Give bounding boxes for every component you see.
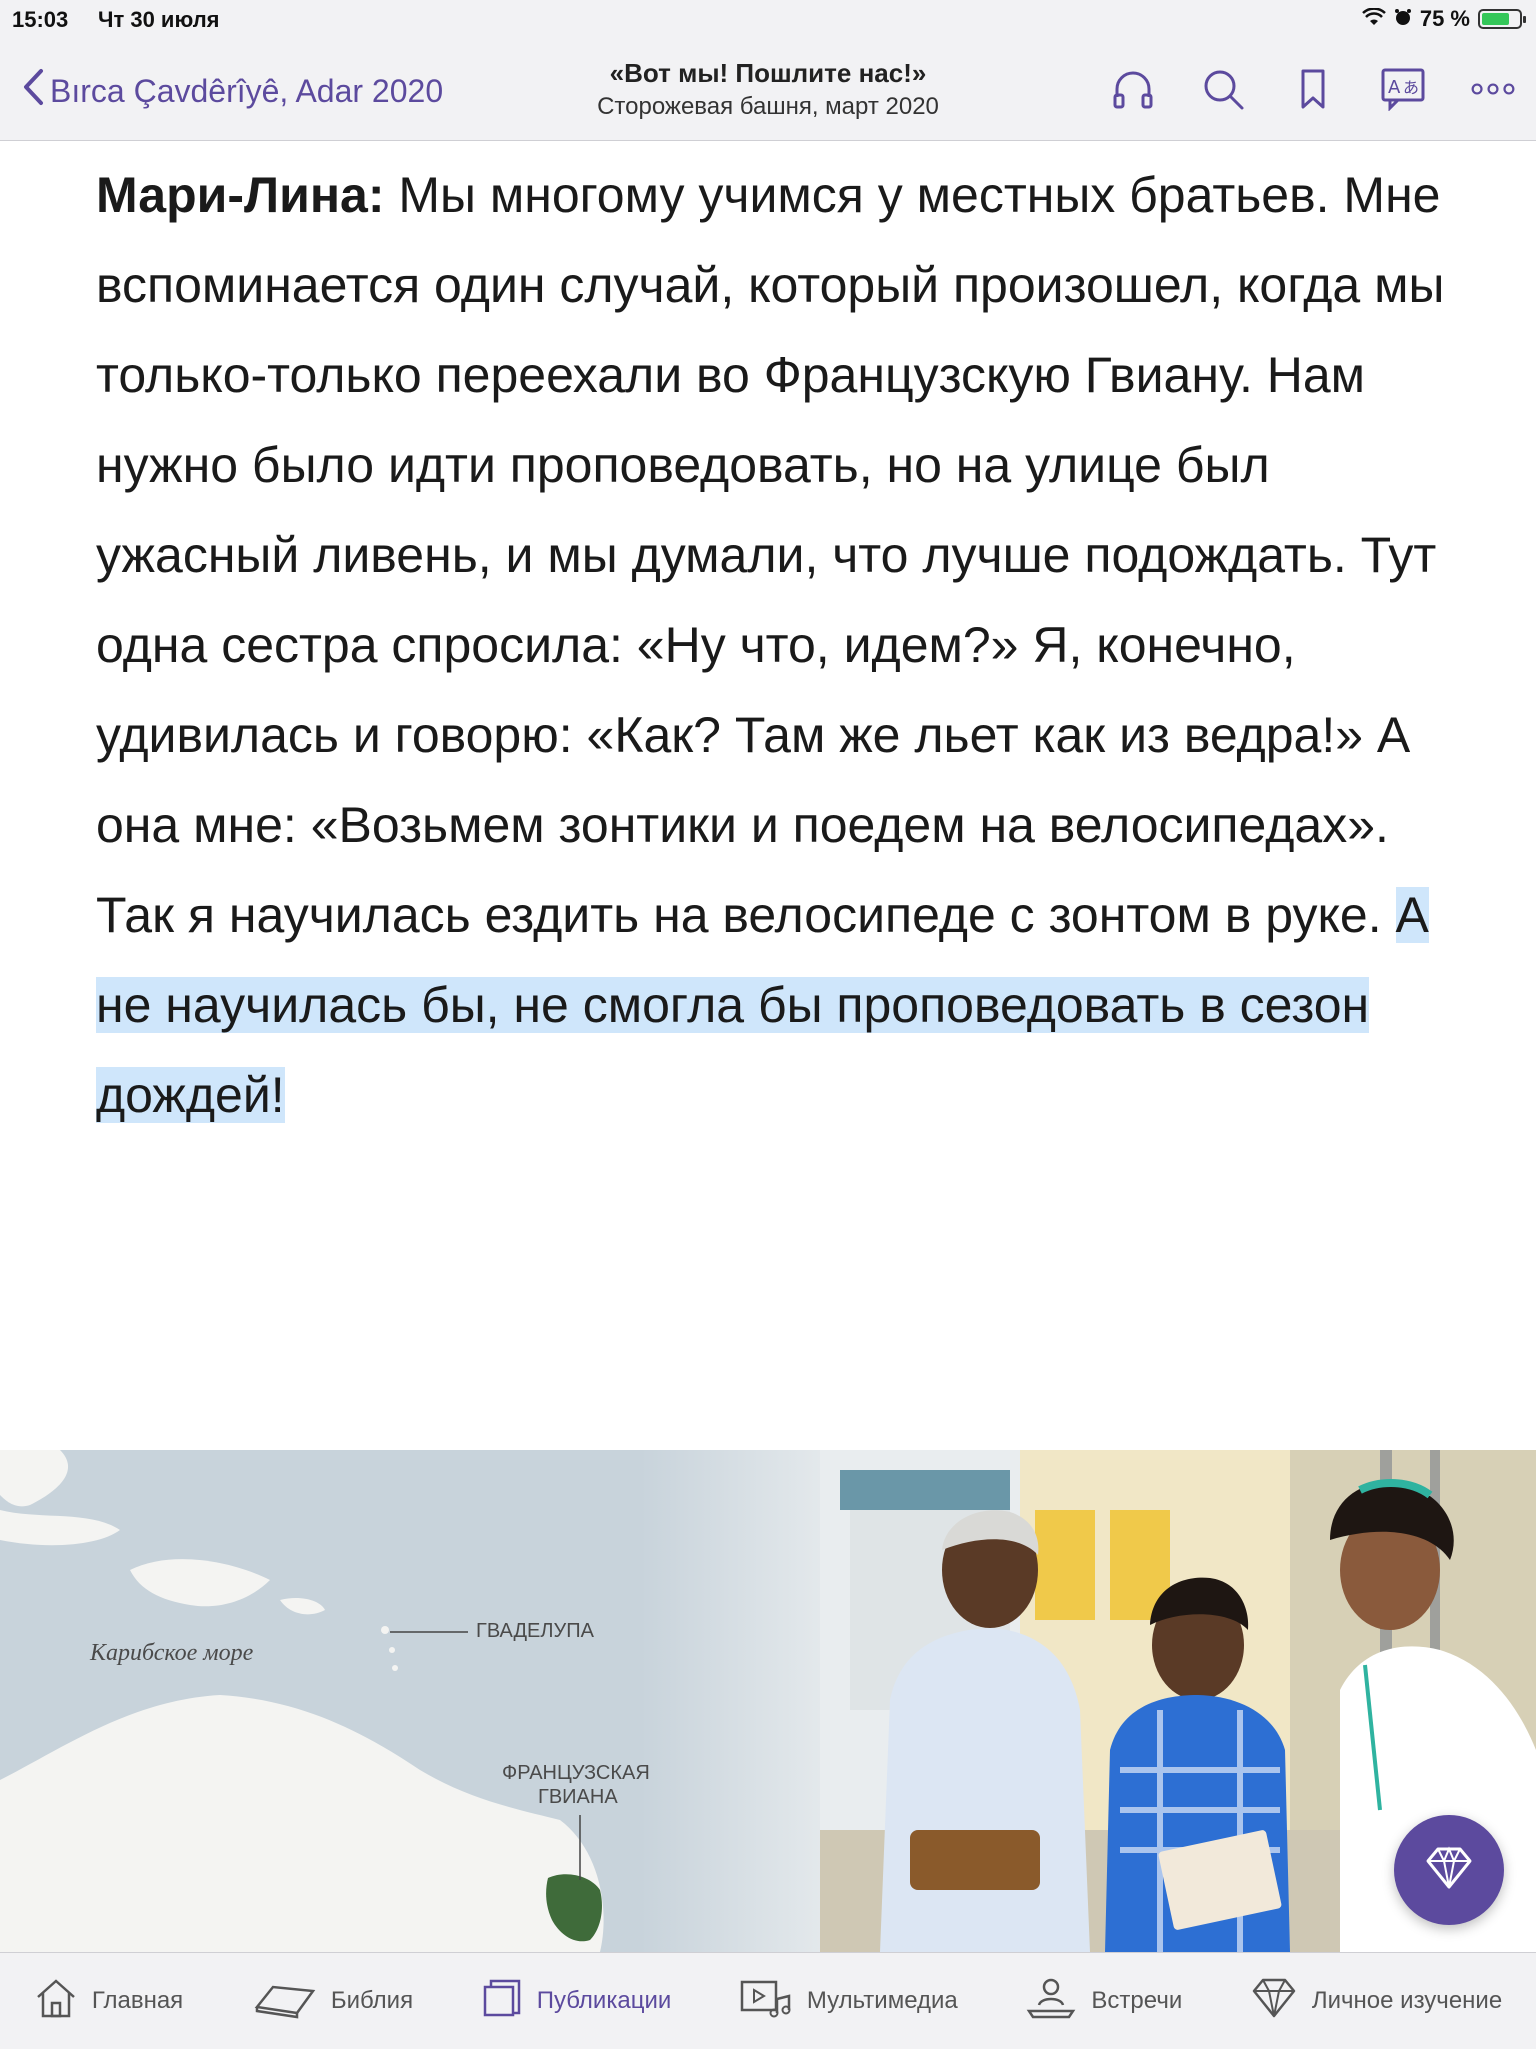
speaker-name: Мари-Лина:: [96, 167, 385, 223]
alarm-icon: [1394, 6, 1412, 32]
tab-bar: Главная Библия Публикации Мультимедиа Вс…: [0, 1952, 1536, 2049]
tab-media[interactable]: Мультимедиа: [739, 1977, 958, 2026]
status-bar: 15:03 Чт 30 июля 75 %: [0, 0, 1536, 40]
guadeloupe-label: ГВАДЕЛУПА: [476, 1620, 594, 1642]
tab-label: Главная: [91, 1987, 184, 2014]
svg-text:A: A: [1388, 77, 1401, 98]
tab-home[interactable]: Главная: [34, 1977, 183, 2026]
meetings-icon: [1025, 1977, 1077, 2026]
chevron-left-icon: [22, 68, 44, 114]
page-subtitle: Сторожевая башня, март 2020: [597, 93, 939, 120]
media-icon: [739, 1977, 793, 2026]
tab-publications[interactable]: Публикации: [481, 1977, 672, 2026]
guiana-label-line1: ФРАНЦУЗСКАЯ: [502, 1762, 650, 1784]
toolbar: Aあ: [1110, 66, 1516, 112]
tab-label: Встречи: [1091, 1987, 1183, 2014]
tab-label: Личное изучение: [1311, 1987, 1503, 2014]
article-image[interactable]: Карибское море ГВАДЕЛУПА ФРАНЦУЗСКАЯ ГВИ…: [0, 1450, 1536, 1952]
tab-label: Мультимедиа: [806, 1987, 958, 2014]
page-title: «Вот мы! Пошлите нас!»: [609, 58, 927, 88]
tab-bible[interactable]: Библия: [251, 1977, 413, 2026]
paragraph-text: Мы многому учимся у местных братьев. Мне…: [96, 167, 1445, 943]
publications-icon: [481, 1977, 523, 2026]
wifi-icon: [1361, 6, 1386, 32]
tab-label: Библия: [330, 1987, 414, 2014]
sea-label: Карибское море: [90, 1640, 254, 1666]
tab-label: Публикации: [536, 1987, 672, 2014]
more-icon[interactable]: [1470, 66, 1516, 112]
gem-icon: [1424, 1845, 1474, 1895]
guiana-label-line2: ГВИАНА: [538, 1786, 618, 1808]
back-label: Bırca Çavdêrîyê, Adar 2020: [50, 72, 444, 109]
status-date: Чт 30 июля: [98, 7, 220, 32]
search-icon[interactable]: [1200, 66, 1246, 112]
battery-icon: [1478, 9, 1526, 29]
back-button[interactable]: Bırca Çavdêrîyê, Adar 2020: [22, 68, 443, 114]
bookmark-icon[interactable]: [1290, 66, 1336, 112]
status-time: 15:03: [12, 7, 69, 32]
personal-study-fab[interactable]: [1394, 1815, 1504, 1925]
nav-title-block: «Вот мы! Пошлите нас!» Сторожевая башня,…: [520, 58, 1016, 121]
nav-bar: Bırca Çavdêrîyê, Adar 2020 «Вот мы! Пошл…: [0, 40, 1536, 141]
tab-meetings[interactable]: Встречи: [1025, 1977, 1182, 2026]
svg-text:あ: あ: [1403, 78, 1419, 97]
battery-percent: 75 %: [1419, 6, 1470, 31]
battery-level: [1482, 13, 1509, 25]
language-icon[interactable]: Aあ: [1380, 66, 1426, 112]
bible-icon: [251, 1977, 317, 2026]
headphones-icon[interactable]: [1110, 66, 1156, 112]
home-icon: [34, 1977, 78, 2026]
tab-personal-study[interactable]: Личное изучение: [1250, 1977, 1502, 2026]
gem-icon: [1250, 1977, 1298, 2026]
article-body: Мари-Лина: Мы многому учимся у местных б…: [96, 150, 1456, 1140]
status-indicators: 75 %: [1361, 6, 1526, 32]
